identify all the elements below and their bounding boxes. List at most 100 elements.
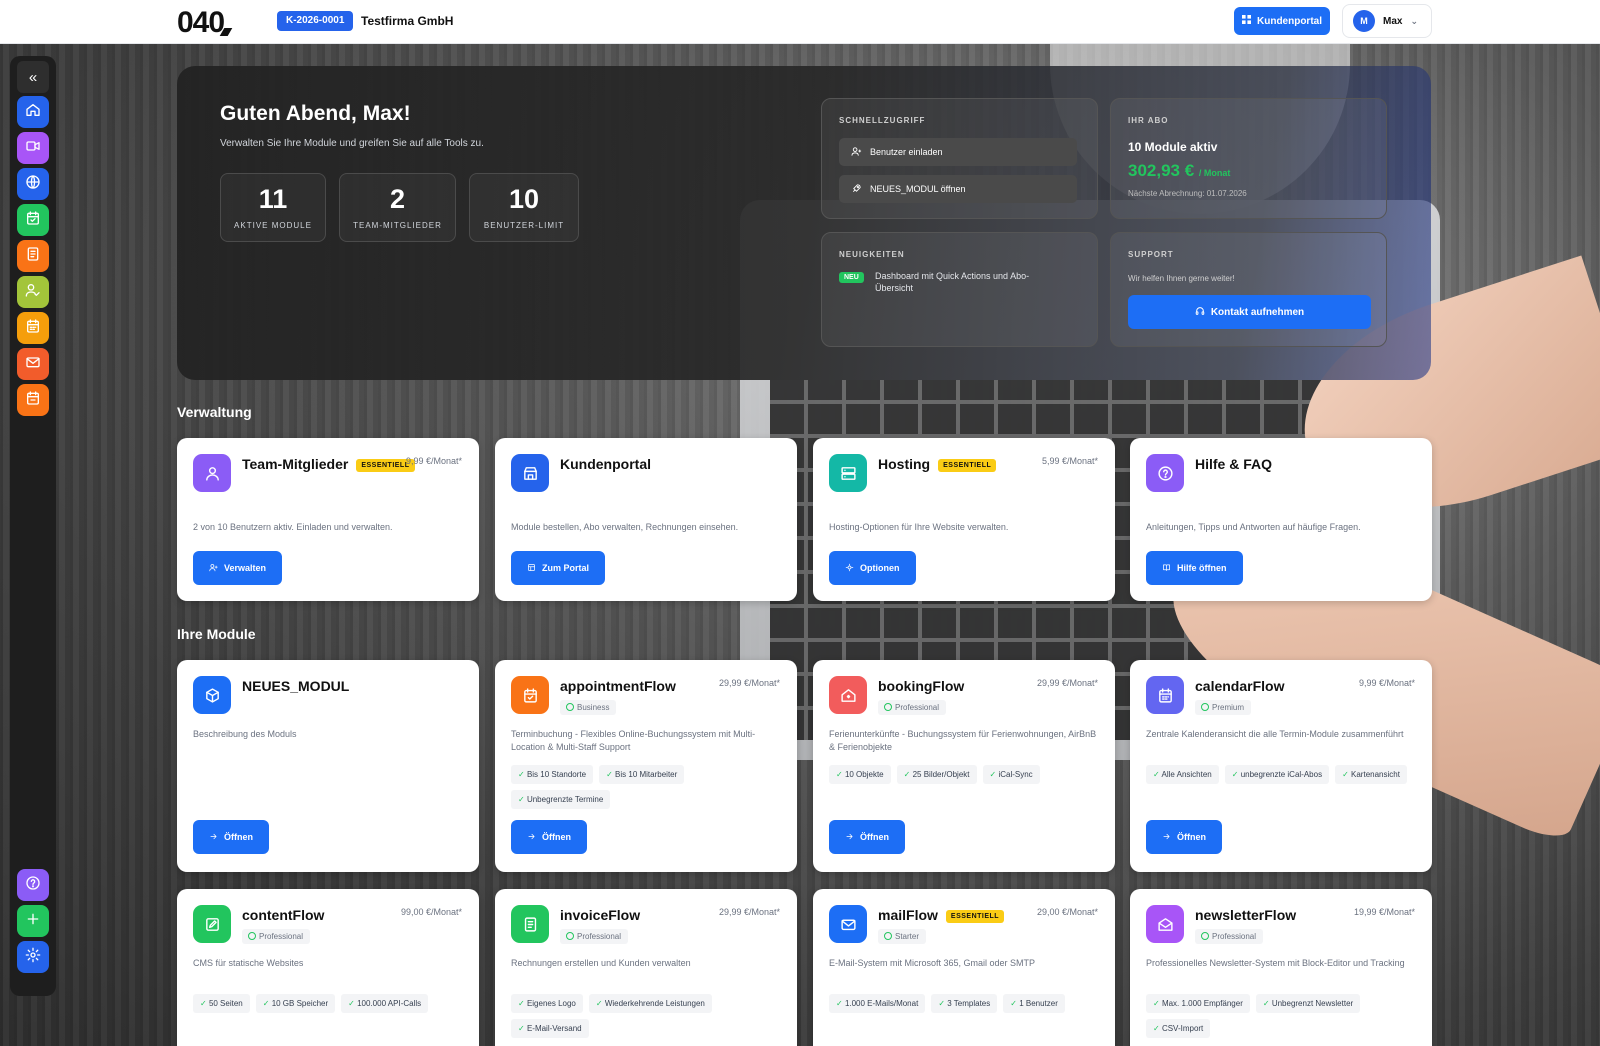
card-action-label: Zum Portal bbox=[542, 563, 590, 573]
card-action-button[interactable]: Hilfe öffnen bbox=[1146, 551, 1243, 585]
card-title-text: Hilfe & FAQ bbox=[1195, 456, 1273, 472]
collapse-sidebar-button[interactable]: « bbox=[17, 61, 49, 93]
feature-list: 50 Seiten 10 GB Speicher 100.000 API-Calls bbox=[193, 994, 469, 1013]
stat-label: AKTIVE MODULE bbox=[234, 220, 312, 230]
card-title: mailFlow ESSENTIELL bbox=[878, 907, 1005, 923]
sidebar-item-plus[interactable] bbox=[17, 905, 49, 937]
quick-access-panel: SCHNELLZUGRIFF Benutzer einladen NEUES_M… bbox=[821, 98, 1098, 219]
sidebar-item-calendar-check[interactable] bbox=[17, 204, 49, 236]
greeting-heading: Guten Abend, Max! bbox=[220, 102, 411, 125]
sidebar-item-invoice[interactable] bbox=[17, 240, 49, 272]
card-action-button[interactable]: Optionen bbox=[829, 551, 916, 585]
card-action-button[interactable]: Öffnen bbox=[193, 820, 269, 854]
stat-value: 11 bbox=[258, 183, 288, 214]
feature-tag: 3 Templates bbox=[931, 994, 998, 1013]
mail-open-icon bbox=[1146, 905, 1184, 943]
card-price: 29,99 €/Monat* bbox=[718, 678, 780, 688]
card-title: Team-Mitglieder ESSENTIELL bbox=[242, 456, 415, 472]
card-title-text: Kundenportal bbox=[560, 456, 651, 472]
sidebar-item-user-check[interactable] bbox=[17, 276, 49, 308]
card-price: 29,99 €/Monat* bbox=[718, 907, 780, 917]
server-icon bbox=[829, 454, 867, 492]
sidebar-item-home[interactable] bbox=[17, 96, 49, 128]
edit-icon bbox=[193, 905, 231, 943]
tier-badge: Professional bbox=[1195, 929, 1264, 944]
essentiell-badge: ESSENTIELL bbox=[945, 910, 1005, 923]
card-title-text: newsletterFlow bbox=[1195, 907, 1297, 923]
tier-badge: Professional bbox=[878, 700, 947, 715]
home-icon bbox=[25, 102, 41, 123]
support-panel: SUPPORT Wir helfen Ihnen gerne weiter! K… bbox=[1110, 232, 1387, 347]
module-card-invoiceflow: invoiceFlow 29,99 €/Monat* Professional Rec… bbox=[495, 889, 797, 1046]
sidebar-item-mail[interactable] bbox=[17, 348, 49, 380]
open-new-module-button[interactable]: NEUES_MODUL öffnen bbox=[839, 175, 1077, 203]
card-title: newsletterFlow bbox=[1195, 907, 1296, 923]
admin-card-kundenportal: Kundenportal Module bestellen, Abo verwal… bbox=[495, 438, 797, 601]
calendar-alt-icon bbox=[25, 390, 41, 411]
sidebar-item-calendar-alt[interactable] bbox=[17, 384, 49, 416]
card-action-label: Verwalten bbox=[224, 563, 267, 573]
sidebar-item-calendar[interactable] bbox=[17, 312, 49, 344]
feature-tag: iCal-Sync bbox=[982, 765, 1040, 784]
feature-tag: 25 Bilder/Objekt bbox=[896, 765, 977, 784]
user-menu-button[interactable]: M Max ⌄ bbox=[1342, 4, 1432, 38]
card-title-text: contentFlow bbox=[242, 907, 325, 923]
feature-tag: CSV-Import bbox=[1146, 1019, 1211, 1038]
open-new-module-label: NEUES_MODUL öffnen bbox=[870, 184, 966, 194]
chevron-down-icon: ⌄ bbox=[1410, 15, 1418, 26]
stat-team-members: 2 TEAM-MITGLIEDER bbox=[339, 173, 456, 242]
invite-user-button[interactable]: Benutzer einladen bbox=[839, 138, 1077, 166]
globe-icon bbox=[25, 174, 41, 195]
tier-badge: Business bbox=[560, 700, 617, 715]
feature-list: Max. 1.000 Empfänger Unbegrenzt Newslette… bbox=[1146, 994, 1422, 1038]
arrow-right-icon bbox=[527, 832, 536, 843]
card-action-button[interactable]: Zum Portal bbox=[511, 551, 606, 585]
feature-list: 10 Objekte 25 Bilder/Objekt iCal-Sync bbox=[829, 765, 1105, 784]
tier-badge: Professional bbox=[560, 929, 629, 944]
avatar: M bbox=[1353, 10, 1375, 32]
sidebar-item-settings[interactable] bbox=[17, 941, 49, 973]
card-action-button[interactable]: Öffnen bbox=[1146, 820, 1222, 854]
arrow-right-icon bbox=[209, 832, 218, 843]
admin-card-hosting: Hosting ESSENTIELL 5,99 €/Monat* Hosting-Op… bbox=[813, 438, 1115, 601]
welcome-hero: Guten Abend, Max! Verwalten Sie Ihre Mod… bbox=[177, 66, 1431, 380]
section-title-modules: Ihre Module bbox=[177, 626, 256, 642]
card-title-text: calendarFlow bbox=[1195, 678, 1285, 694]
feature-tag: 10 Objekte bbox=[829, 765, 891, 784]
card-action-button[interactable]: Öffnen bbox=[829, 820, 905, 854]
card-action-button[interactable]: Öffnen bbox=[511, 820, 587, 854]
greeting-subtitle: Verwalten Sie Ihre Module und greifen Si… bbox=[220, 138, 484, 149]
customer-id-badge: K-2026-0001 bbox=[277, 11, 354, 31]
invoice-icon bbox=[25, 246, 41, 267]
contact-button-label: Kontakt aufnehmen bbox=[1210, 306, 1305, 318]
kundenportal-button[interactable]: Kundenportal bbox=[1234, 7, 1330, 35]
card-title-text: Hosting bbox=[878, 456, 931, 472]
essentiell-badge: ESSENTIELL bbox=[938, 459, 997, 472]
plus-icon bbox=[25, 911, 41, 932]
sidebar-item-video[interactable] bbox=[17, 132, 49, 164]
stat-label: TEAM-MITGLIEDER bbox=[353, 220, 442, 230]
card-title-text: NEUES_MODUL bbox=[242, 678, 350, 694]
card-price: 99,00 €/Monat* bbox=[400, 907, 462, 917]
card-price: 9,99 €/Monat* bbox=[405, 456, 462, 466]
feature-tag: 10 GB Speicher bbox=[255, 994, 336, 1013]
feature-tag: Wiederkehrende Leistungen bbox=[588, 994, 712, 1013]
card-description: E-Mail-System mit Microsoft 365, Gmail o… bbox=[829, 958, 1036, 968]
tier-badge: Starter bbox=[878, 929, 927, 944]
feature-tag: Unbegrenzt Newsletter bbox=[1255, 994, 1361, 1013]
new-badge: NEU bbox=[839, 272, 864, 283]
module-card-contentflow: contentFlow 99,00 €/Monat* Professional CMS… bbox=[177, 889, 479, 1046]
card-action-button[interactable]: Verwalten bbox=[193, 551, 283, 585]
feature-list: Eigenes Logo Wiederkehrende Leistungen E-M… bbox=[511, 994, 787, 1038]
panel-title: SCHNELLZUGRIFF bbox=[839, 116, 926, 125]
card-price: 29,99 €/Monat* bbox=[1036, 678, 1098, 688]
panel-title: NEUIGKEITEN bbox=[839, 250, 905, 259]
card-title: Hilfe & FAQ bbox=[1195, 456, 1272, 472]
sidebar-item-globe[interactable] bbox=[17, 168, 49, 200]
contact-button[interactable]: Kontakt aufnehmen bbox=[1128, 295, 1371, 329]
logo[interactable]: 040 bbox=[177, 6, 225, 40]
sidebar-item-help[interactable] bbox=[17, 869, 49, 901]
store-icon bbox=[511, 454, 549, 492]
active-modules-count: 10 Module aktiv bbox=[1128, 140, 1218, 154]
calendar-icon bbox=[25, 318, 41, 339]
